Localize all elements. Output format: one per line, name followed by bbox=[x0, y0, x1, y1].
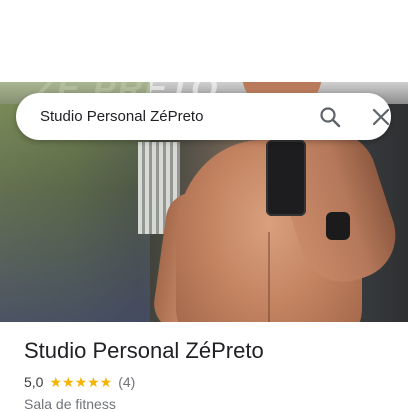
top-blank-area bbox=[0, 0, 408, 82]
place-category: Sala de fitness bbox=[24, 396, 116, 412]
rating-row[interactable]: 5,0 ★★★★★ (4) bbox=[24, 372, 135, 392]
photo-phone bbox=[266, 140, 306, 216]
place-title: Studio Personal ZéPreto bbox=[24, 338, 264, 363]
photo-abs-line bbox=[268, 232, 270, 322]
close-icon[interactable] bbox=[369, 105, 393, 129]
search-icon[interactable] bbox=[318, 105, 342, 129]
search-input[interactable]: Studio Personal ZéPreto bbox=[40, 93, 203, 140]
rating-value: 5,0 bbox=[24, 374, 44, 390]
search-bar[interactable]: Studio Personal ZéPreto bbox=[16, 93, 391, 140]
photo-watch bbox=[326, 212, 350, 240]
star-rating-icon: ★★★★★ bbox=[49, 373, 113, 390]
review-count[interactable]: (4) bbox=[118, 374, 135, 390]
